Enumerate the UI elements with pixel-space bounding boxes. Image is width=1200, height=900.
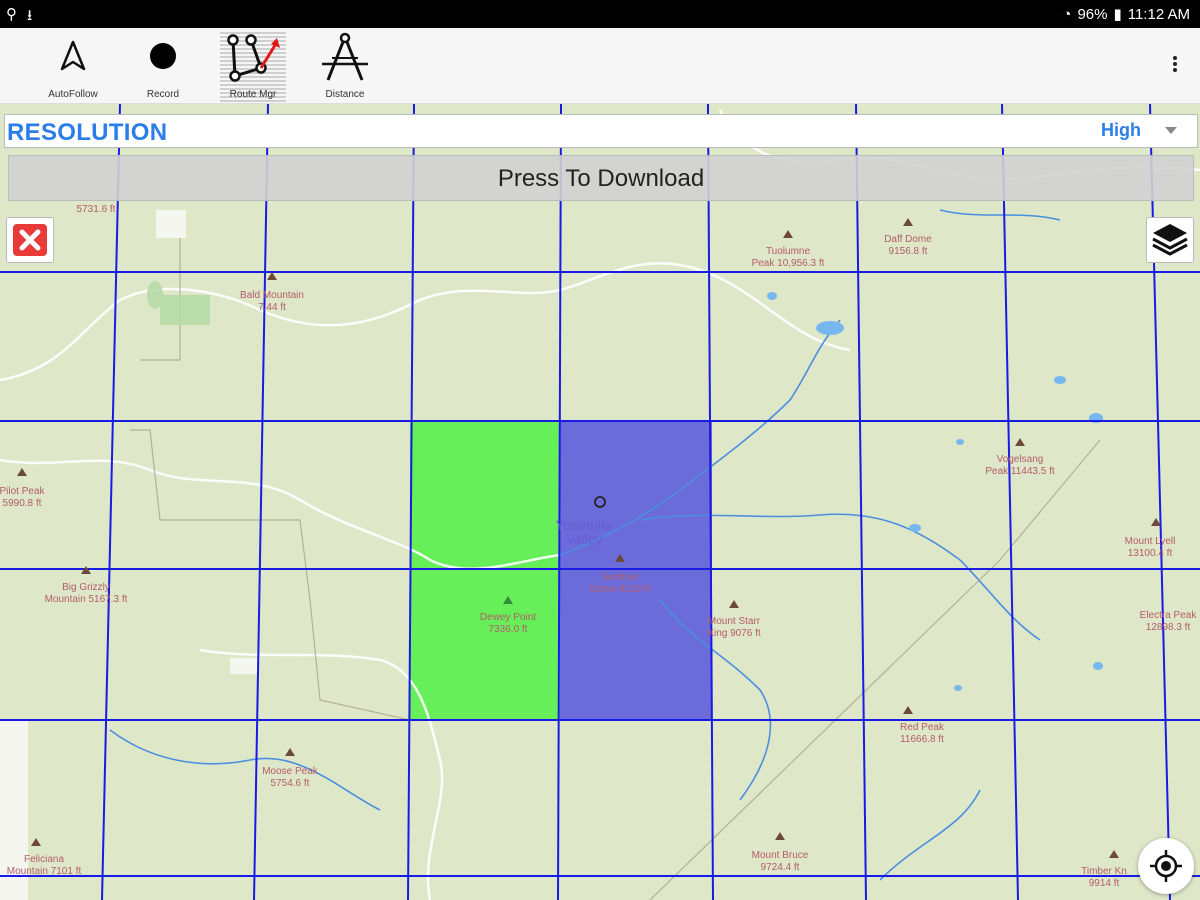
map-view[interactable]: Bald Mountain 7.44 ft Tuolumne Peak 10,956… (0, 104, 1200, 900)
chevron-down-icon (1165, 127, 1177, 134)
download-icon: ⭳ (27, 7, 33, 24)
peak-label-mount-lyell: Mount Lyell 13100.4 ft (1124, 536, 1176, 559)
tile-selected-blue (560, 421, 712, 720)
record-dot-icon (150, 43, 176, 69)
signal-icon: ⚲ (6, 6, 17, 23)
compass-divider-icon (322, 32, 368, 81)
resolution-selected-value: High (1101, 120, 1141, 140)
battery-percent: 96% (1077, 5, 1108, 23)
distance-button[interactable]: Distance (300, 32, 390, 102)
toolbar: AutoFollow Record Route Mgr Distance (0, 28, 1200, 104)
peak-marker (285, 748, 295, 756)
my-location-button[interactable] (1138, 838, 1194, 894)
close-button[interactable] (6, 217, 54, 263)
tile-selected-green (410, 421, 560, 720)
peak-label-mount-bruce: Mount Bruce 9724.4 ft (751, 850, 809, 873)
peak-label-moose-peak: Moose Peak 5754.6 ft (262, 766, 318, 789)
peak-marker (775, 832, 785, 840)
status-bar: ⚲ ⭳ ◔ 96% ▮ 11:12 AM (0, 0, 1200, 28)
layers-button[interactable] (1146, 217, 1194, 263)
peak-marker (783, 230, 793, 238)
peak-label-elevation: 5731.6 ft (76, 204, 116, 215)
peak-marker (503, 596, 513, 604)
peak-marker (31, 838, 41, 846)
peak-label-electra-peak: Electra Peak 12898.3 ft (1139, 610, 1197, 633)
clock: 11:12 AM (1127, 5, 1190, 23)
peak-marker (615, 554, 625, 562)
record-button[interactable]: Record (118, 32, 208, 102)
peak-marker (267, 272, 277, 280)
peak-label-mount-starr-king: Mount Starr King 9076 ft (707, 616, 761, 639)
peak-marker (81, 566, 91, 574)
route-manager-icon (227, 34, 280, 82)
autofollow-button[interactable]: AutoFollow (28, 32, 118, 102)
peak-label-tuolumne: Tuolumne Peak 10,956.3 ft (751, 246, 825, 269)
peak-marker (729, 600, 739, 608)
press-to-download-button[interactable]: Press To Download (8, 155, 1194, 201)
route-manager-button[interactable]: Route Mgr (220, 32, 286, 102)
peak-label-sentinel-dome: Sentinel Dome 8120 ft (589, 572, 651, 595)
resolution-title: RESOLUTION (7, 119, 168, 146)
peak-label-red-peak: Red Peak 11666.8 ft (900, 722, 944, 745)
peak-label-feliciana: Feliciana Mountain 7101 ft (6, 854, 82, 877)
navigation-arrow-icon (60, 40, 86, 71)
close-icon (19, 229, 41, 251)
battery-icon: ▮ (1113, 6, 1122, 23)
peak-label-dewey-point: Dewey Point 7336.0 ft (479, 612, 537, 635)
peak-label-daff-dome: Daff Dome 9156.8 ft (884, 234, 932, 257)
wifi-icon: ◔ (1062, 5, 1072, 23)
peak-label-vogelsang: Vogelsang Peak 11443.5 ft (985, 454, 1055, 477)
overflow-menu-icon[interactable] (1170, 54, 1180, 80)
peak-marker (903, 218, 913, 226)
peak-marker (1109, 850, 1119, 858)
peak-marker (1151, 518, 1161, 526)
peak-label-bald-mountain: Bald Mountain 7.44 ft (240, 290, 304, 313)
peak-label-big-grizzly: Big Grizzly Mountain 5167.3 ft (44, 582, 128, 605)
map-canvas (0, 104, 1200, 900)
peak-label-pilot-peak: Pilot Peak 5990.8 ft (0, 486, 45, 509)
resolution-dropdown[interactable]: High (1101, 120, 1177, 141)
resolution-bar: RESOLUTION High (4, 114, 1198, 148)
peak-marker (17, 468, 27, 476)
route-manager-label: Route Mgr (229, 89, 277, 100)
distance-label: Distance (325, 89, 365, 100)
crosshair-icon (1150, 850, 1182, 882)
peak-marker (1015, 438, 1025, 446)
place-label-yosemite-valley: Yosemite Valley (555, 517, 613, 547)
autofollow-label: AutoFollow (48, 89, 98, 100)
record-label: Record (146, 89, 180, 100)
peak-label-timber-knob: Timber Kn 9914 ft (1081, 866, 1127, 889)
layers-icon (1152, 224, 1188, 256)
peak-marker (903, 706, 913, 714)
